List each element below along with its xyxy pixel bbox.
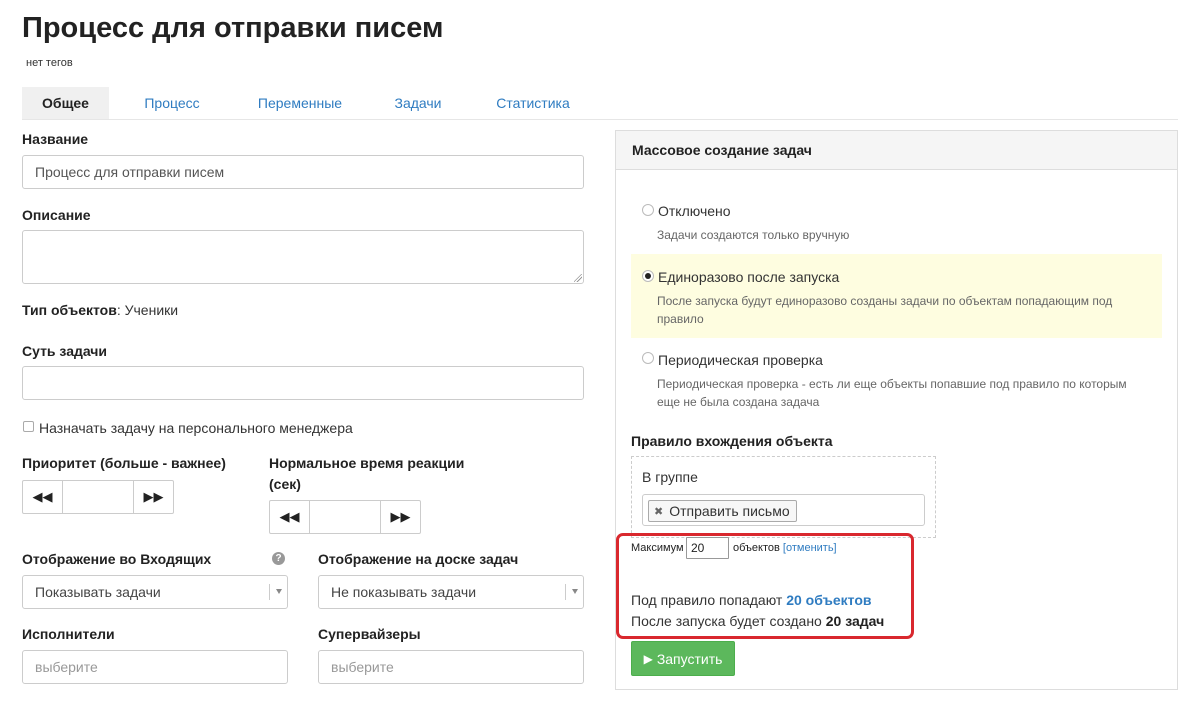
help-icon[interactable]: ? — [272, 552, 285, 565]
priority-input[interactable] — [62, 481, 134, 513]
supervisors-input[interactable]: выберите — [318, 650, 584, 684]
reaction-label-line1: Нормальное время реакции — [269, 455, 465, 471]
tab-process[interactable]: Процесс — [128, 87, 216, 119]
priority-stepper: ◀◀ ▶▶ — [22, 480, 174, 514]
rewind-icon[interactable]: ◀◀ — [270, 501, 309, 533]
group-chip: ✖ Отправить письмо — [648, 500, 797, 522]
select-divider — [269, 584, 270, 600]
select-divider — [565, 584, 566, 600]
option-once-title: Единоразово после запуска — [658, 269, 840, 285]
name-label: Название — [22, 131, 89, 147]
remove-icon[interactable]: ✖ — [654, 505, 663, 518]
board-select-value: Не показывать задачи — [331, 584, 477, 600]
inbox-label: Отображение во Входящих — [22, 551, 212, 567]
group-label: В группе — [642, 469, 698, 485]
forward-icon[interactable]: ▶▶ — [134, 481, 173, 513]
reaction-label-line2: (сек) — [269, 476, 301, 492]
description-textarea[interactable] — [22, 230, 584, 284]
annotation-highlight-box — [616, 533, 914, 639]
essence-label: Суть задачи — [22, 343, 108, 359]
reaction-stepper: ◀◀ ▶▶ — [269, 500, 421, 534]
board-select[interactable]: Не показывать задачи — [318, 575, 584, 609]
radio-once-after-launch[interactable] — [642, 270, 654, 282]
radio-disabled[interactable] — [642, 204, 654, 216]
option-disabled-title: Отключено — [658, 203, 731, 219]
assign-manager-label: Назначать задачу на персонального менедж… — [39, 420, 353, 436]
tab-tasks[interactable]: Задачи — [384, 87, 452, 119]
name-input[interactable]: Процесс для отправки писем — [22, 155, 584, 189]
inbox-select[interactable]: Показывать задачи — [22, 575, 288, 609]
forward-icon[interactable]: ▶▶ — [381, 501, 420, 533]
tab-variables[interactable]: Переменные — [244, 87, 356, 119]
assign-manager-checkbox[interactable] — [23, 421, 34, 432]
tab-bar: Общее Процесс Переменные Задачи Статисти… — [22, 87, 1178, 120]
reaction-input[interactable] — [309, 501, 381, 533]
essence-input[interactable] — [22, 366, 584, 400]
option-periodic-title: Периодическая проверка — [658, 352, 823, 368]
object-type-label: Тип объектов — [22, 302, 117, 318]
object-type-value: : Ученики — [116, 302, 179, 318]
option-disabled-desc: Задачи создаются только вручную — [657, 228, 850, 242]
inbox-select-value: Показывать задачи — [35, 584, 161, 600]
executors-input[interactable]: выберите — [22, 650, 288, 684]
radio-periodic[interactable] — [642, 352, 654, 364]
chevron-down-icon — [276, 589, 282, 594]
rewind-icon[interactable]: ◀◀ — [23, 481, 62, 513]
group-chip-label: Отправить письмо — [669, 503, 790, 519]
run-button[interactable]: ▶ Запустить — [631, 641, 735, 676]
board-label: Отображение на доске задач — [318, 551, 519, 567]
panel-title: Массовое создание задач — [616, 131, 1177, 170]
object-type-row: Тип объектов: Ученики — [22, 302, 178, 318]
group-tag-input[interactable]: ✖ Отправить письмо — [642, 494, 925, 526]
description-label: Описание — [22, 207, 91, 223]
run-button-label: Запустить — [656, 650, 723, 667]
rule-box: В группе ✖ Отправить письмо — [631, 456, 936, 538]
rule-label: Правило вхождения объекта — [631, 433, 833, 449]
option-once-desc: После запуска будут единоразово созданы … — [657, 294, 1113, 326]
priority-label: Приоритет (больше - важнее) — [22, 455, 226, 471]
supervisors-label: Супервайзеры — [318, 626, 421, 642]
option-periodic-desc: Периодическая проверка - есть ли еще объ… — [657, 377, 1127, 409]
tab-general[interactable]: Общее — [22, 87, 109, 119]
play-icon: ▶ — [643, 651, 653, 666]
tags-label: нет тегов — [26, 57, 73, 69]
resize-grip-icon[interactable] — [574, 274, 582, 282]
tab-statistics[interactable]: Статистика — [486, 87, 580, 119]
executors-label: Исполнители — [22, 626, 115, 642]
page-title: Процесс для отправки писем — [22, 12, 444, 44]
chevron-down-icon — [572, 589, 578, 594]
